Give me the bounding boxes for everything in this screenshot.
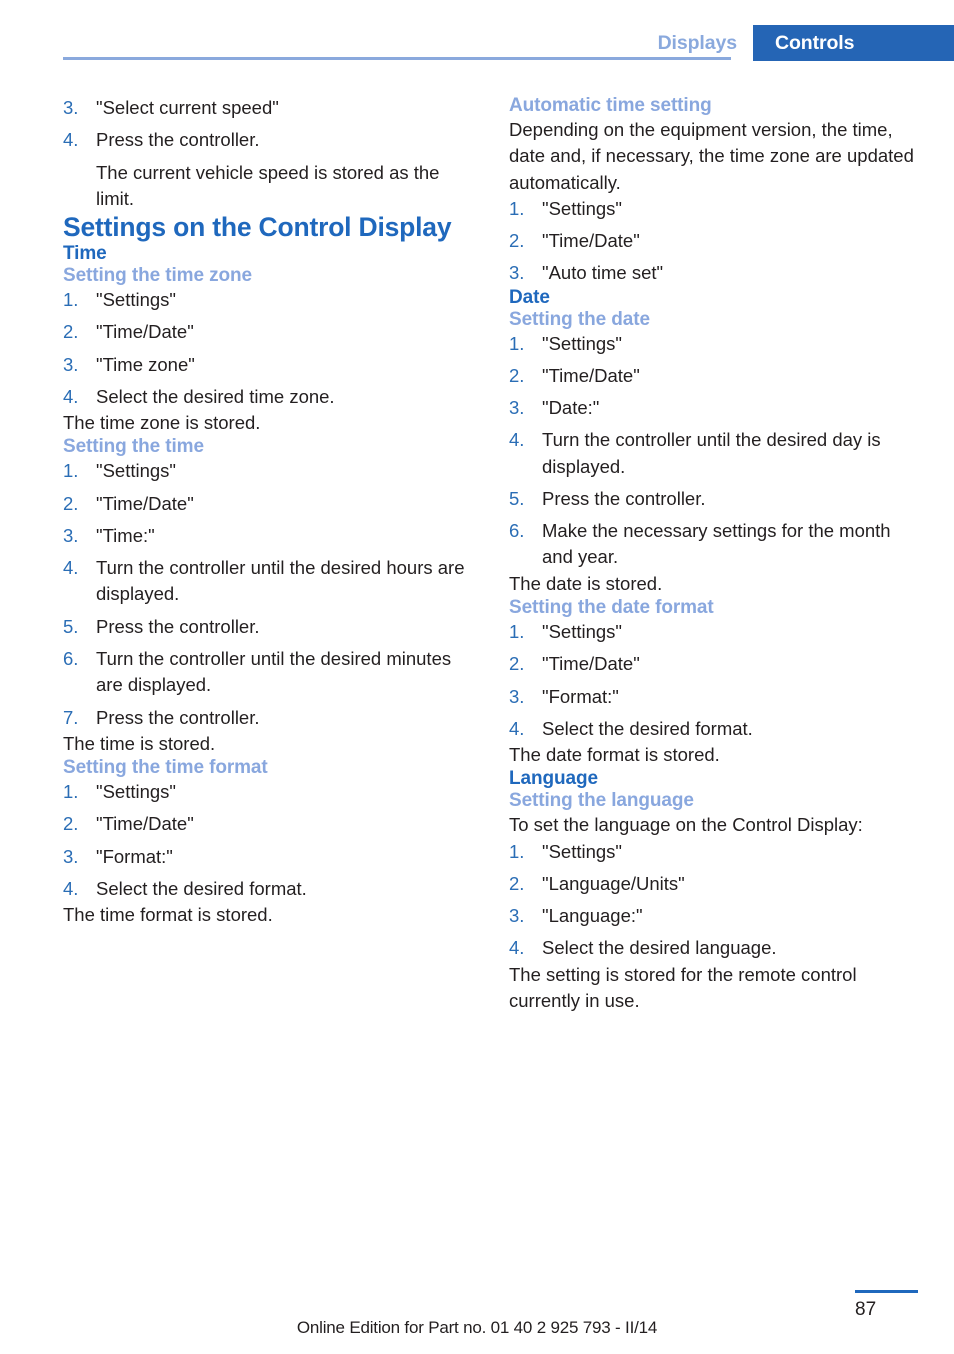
subheading-setting-the-time: Setting the time: [63, 436, 204, 458]
subheading-setting-the-language: Setting the language: [509, 790, 694, 812]
step-list-time-format: "Settings" "Time/Date" "Format:" Select …: [63, 779, 475, 902]
list-item: Press the controller.: [63, 127, 260, 154]
list-item: Select the desired format.: [509, 716, 753, 743]
header-tabs: Displays Controls: [658, 25, 954, 61]
list-item: "Settings": [509, 196, 622, 223]
list-item: "Time zone": [63, 352, 195, 379]
list-item: Select the desired time zone.: [63, 384, 335, 411]
step-list-language: "Settings" "Language/Units" "Language:" …: [509, 839, 921, 962]
intro-text-setting-the-language: To set the language on the Control Displ…: [509, 814, 863, 836]
left-column: "Select current speed" Press the control…: [63, 95, 475, 928]
list-item: Make the necessary settings for the mont…: [509, 518, 891, 568]
list-item: "Time/Date": [63, 319, 194, 346]
list-item: "Settings": [63, 458, 176, 485]
continued-step-list: "Select current speed" Press the control…: [63, 95, 475, 154]
edition-notice: Online Edition for Part no. 01 40 2 925 …: [296, 1318, 658, 1337]
result-text-time-format: The time format is stored.: [63, 904, 273, 926]
list-item: "Format:": [509, 684, 619, 711]
list-item: Turn the controller until the desired ho…: [63, 555, 465, 605]
subheading-setting-the-date-format: Setting the date format: [509, 596, 714, 618]
list-item: "Date:": [509, 395, 600, 422]
tab-controls[interactable]: Controls: [753, 25, 954, 61]
list-item: "Settings": [509, 839, 622, 866]
step-list-time-zone: "Settings" "Time/Date" "Time zone" Selec…: [63, 287, 475, 410]
list-item: Press the controller.: [63, 614, 260, 641]
page-header: Displays Controls: [0, 0, 954, 62]
list-item: Press the controller.: [63, 705, 260, 732]
result-text-time: The time is stored.: [63, 732, 216, 754]
subheading-setting-the-date: Setting the date: [509, 308, 650, 330]
result-text-time-zone: The time zone is stored.: [63, 412, 261, 434]
section-heading-date: Date: [509, 286, 550, 308]
list-item: "Language:": [509, 903, 643, 930]
page-content: "Select current speed" Press the control…: [63, 95, 914, 1245]
list-item: "Settings": [509, 619, 622, 646]
step-list-time: "Settings" "Time/Date" "Time:" Turn the …: [63, 458, 475, 732]
step-list-date-format: "Settings" "Time/Date" "Format:" Select …: [509, 619, 921, 742]
result-text-date-format: The date format is stored.: [509, 744, 720, 766]
list-item: Select the desired language.: [509, 935, 777, 962]
list-item: "Settings": [509, 331, 622, 358]
list-item: "Time/Date": [63, 491, 194, 518]
page-number: 87: [855, 1299, 877, 1320]
list-item: "Select current speed": [63, 95, 279, 122]
header-divider: [63, 57, 731, 60]
section-heading-language: Language: [509, 768, 598, 790]
continued-note: The current vehicle speed is stored as t…: [96, 161, 440, 209]
list-item: "Time/Date": [509, 363, 640, 390]
page-title: Settings on the Control Display: [63, 212, 452, 243]
result-text-language: The setting is stored for the remote con…: [509, 963, 857, 1011]
list-item: Press the controller.: [509, 486, 706, 513]
subheading-automatic-time-setting: Automatic time setting: [509, 95, 712, 116]
folio: 87: [855, 1290, 918, 1319]
intro-text-automatic-time-setting: Depending on the equipment version, the …: [509, 119, 914, 193]
page-footer: Online Edition for Part no. 01 40 2 925 …: [0, 1290, 954, 1354]
list-item: "Settings": [63, 287, 176, 314]
list-item: "Time/Date": [509, 651, 640, 678]
section-heading-time: Time: [63, 243, 107, 265]
list-item: "Format:": [63, 844, 173, 871]
list-item: "Time:": [63, 523, 155, 550]
list-item: "Language/Units": [509, 871, 685, 898]
list-item: "Time/Date": [63, 811, 194, 838]
subheading-setting-the-time-format: Setting the time format: [63, 757, 268, 779]
step-list-date: "Settings" "Time/Date" "Date:" Turn the …: [509, 331, 921, 571]
step-list-auto-time: "Settings" "Time/Date" "Auto time set": [509, 196, 921, 287]
result-text-date: The date is stored.: [509, 572, 663, 594]
folio-rule: [855, 1290, 918, 1293]
list-item: "Time/Date": [509, 228, 640, 255]
list-item: "Auto time set": [509, 260, 664, 287]
list-item: Turn the controller until the desired da…: [509, 427, 881, 477]
list-item: Turn the controller until the desired mi…: [63, 646, 452, 696]
list-item: "Settings": [63, 779, 176, 806]
right-column: Automatic time setting Depending on the …: [509, 95, 921, 1014]
tab-displays[interactable]: Displays: [658, 25, 753, 61]
subheading-setting-the-time-zone: Setting the time zone: [63, 265, 252, 287]
list-item: Select the desired format.: [63, 876, 307, 903]
